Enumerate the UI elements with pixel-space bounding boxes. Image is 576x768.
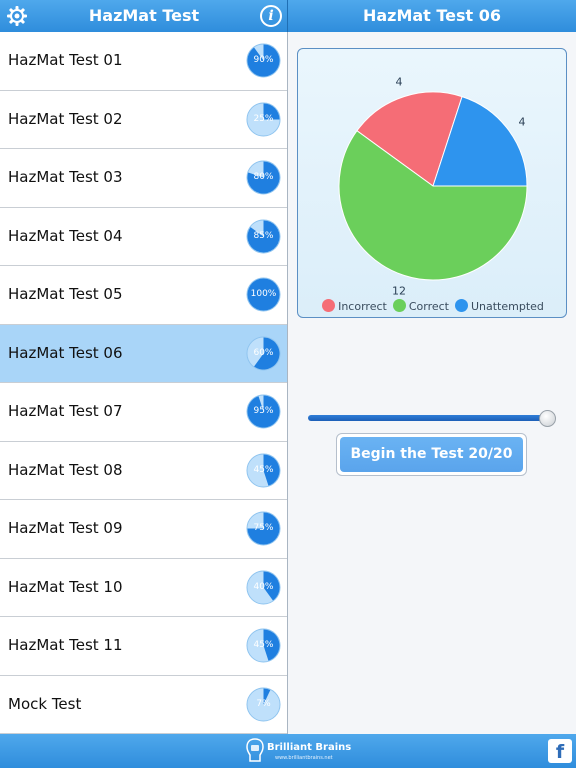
progress-badge: 7%: [246, 686, 281, 722]
slider-thumb[interactable]: [539, 410, 556, 427]
legend-item: Unattempted: [454, 299, 544, 313]
test-name: HazMat Test 07: [8, 402, 123, 420]
pie-chart: 4 4 12: [338, 75, 528, 298]
test-name: HazMat Test 06: [8, 343, 123, 362]
test-row[interactable]: Mock Test 7%: [0, 676, 287, 734]
progress-percent: 7%: [256, 698, 271, 709]
test-row[interactable]: HazMat Test 11 45%: [0, 617, 287, 676]
test-name: HazMat Test 04: [8, 226, 123, 245]
brand-url: www.brilliantbrains.net: [275, 755, 333, 761]
progress-percent: 90%: [253, 55, 274, 65]
detail-title: HazMat Test 06: [362, 6, 502, 25]
begin-test-button[interactable]: Begin the Test 20/20: [336, 433, 527, 476]
test-name: HazMat Test 02: [8, 109, 123, 128]
progress-badge: 40%: [246, 569, 281, 605]
test-row[interactable]: HazMat Test 10 40%: [0, 559, 287, 617]
footer-bar: Brilliant Brains www.brilliantbrains.net…: [0, 734, 576, 768]
progress-badge: 85%: [246, 218, 281, 254]
test-name: HazMat Test 03: [8, 168, 123, 186]
legend-swatch: [454, 299, 468, 312]
detail-header: HazMat Test 06: [288, 0, 576, 32]
test-name: HazMat Test 11: [8, 636, 123, 654]
detail-panel: 4 4 12 Incorrect Correct Unattempted Begin t…: [288, 32, 576, 734]
test-row[interactable]: HazMat Test 05 100%: [0, 266, 287, 325]
progress-badge: 60%: [246, 335, 281, 371]
test-name: HazMat Test 09: [8, 519, 123, 537]
chart-legend: Incorrect Correct Unattempted: [298, 299, 568, 313]
progress-percent: 100%: [250, 289, 277, 299]
progress-badge: 75%: [246, 511, 281, 546]
slice-label: 4: [396, 75, 403, 88]
progress-badge: 90%: [246, 43, 281, 78]
slice-label: 4: [519, 115, 526, 128]
question-count-slider[interactable]: [308, 415, 548, 421]
app-title: HazMat Test: [88, 6, 200, 25]
progress-percent: 45%: [253, 464, 274, 475]
test-name: HazMat Test 10: [8, 577, 123, 596]
brain-icon: [246, 738, 264, 762]
progress-badge: 45%: [246, 452, 281, 488]
test-name: HazMat Test 01: [8, 51, 123, 69]
test-name: HazMat Test 08: [8, 460, 123, 479]
test-row[interactable]: HazMat Test 08 45%: [0, 442, 287, 500]
legend-label: Incorrect: [338, 300, 387, 313]
test-name: Mock Test: [8, 694, 82, 713]
legend-item: Incorrect: [322, 299, 387, 313]
progress-percent: 40%: [253, 581, 274, 592]
begin-test-label: Begin the Test 20/20: [340, 437, 523, 472]
progress-percent: 25%: [253, 113, 274, 124]
info-icon[interactable]: i: [260, 5, 282, 27]
brand-name: Brilliant Brains: [267, 742, 352, 753]
progress-percent: 85%: [253, 230, 274, 241]
test-name: HazMat Test 05: [8, 285, 123, 303]
test-row[interactable]: HazMat Test 02 25%: [0, 91, 287, 149]
progress-percent: 45%: [253, 640, 274, 650]
legend-swatch: [392, 299, 406, 312]
progress-badge: 100%: [246, 277, 281, 312]
list-header: HazMat Test i: [0, 0, 288, 32]
test-row[interactable]: HazMat Test 03 80%: [0, 149, 287, 208]
test-list: HazMat Test 01 90% HazMat Test 02 25% HazMat…: [0, 32, 288, 734]
progress-percent: 80%: [253, 172, 274, 182]
slice-label: 12: [392, 285, 406, 298]
progress-badge: 45%: [246, 628, 281, 663]
progress-percent: 75%: [253, 523, 274, 533]
facebook-icon[interactable]: f: [548, 739, 572, 763]
test-row[interactable]: HazMat Test 09 75%: [0, 500, 287, 559]
test-row[interactable]: HazMat Test 04 85%: [0, 208, 287, 266]
test-row[interactable]: HazMat Test 06 60%: [0, 324, 287, 383]
legend-item: Correct: [392, 299, 449, 313]
test-row[interactable]: HazMat Test 01 90%: [0, 32, 287, 91]
results-chart: 4 4 12 Incorrect Correct Unattempted: [297, 48, 567, 318]
gear-icon[interactable]: [6, 5, 28, 27]
legend-swatch: [322, 299, 336, 312]
progress-badge: 80%: [246, 160, 281, 195]
progress-badge: 25%: [246, 101, 281, 137]
progress-percent: 60%: [253, 347, 274, 358]
legend-label: Unattempted: [470, 300, 544, 313]
progress-badge: 95%: [246, 394, 281, 429]
test-row[interactable]: HazMat Test 07 95%: [0, 383, 287, 442]
progress-percent: 95%: [253, 406, 274, 416]
legend-label: Correct: [408, 300, 449, 313]
